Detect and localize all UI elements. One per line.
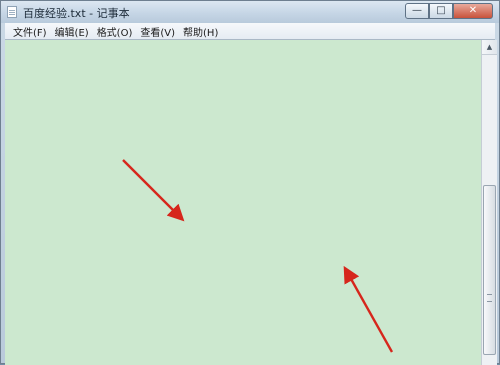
close-icon: ✕ [468,5,478,16]
maximize-icon: □ [436,5,446,16]
notepad-app-icon [7,6,17,18]
menu-view[interactable]: 查看(V) [136,24,179,39]
menu-file[interactable]: 文件(F) [9,24,51,39]
vertical-scrollbar[interactable]: ▲ [481,40,497,365]
window-title: 百度经验.txt - 记事本 [23,7,130,20]
window-controls: — □ ✕ [405,3,493,19]
scroll-thumb[interactable] [483,185,496,355]
menu-help[interactable]: 帮助(H) [179,24,222,39]
scroll-up-button[interactable]: ▲ [482,40,497,55]
close-button[interactable]: ✕ [453,3,493,19]
minimize-button[interactable]: — [405,3,429,19]
maximize-button[interactable]: □ [429,3,453,19]
minimize-icon: — [412,5,422,16]
scroll-up-arrow-icon: ▲ [486,43,493,51]
menu-format[interactable]: 格式(O) [93,24,137,39]
notepad-window: 百度经验.txt - 记事本 — □ ✕ 文件(F) 编辑(E) 格式(O) 查… [0,0,500,365]
title-bar[interactable]: 百度经验.txt - 记事本 — □ ✕ [1,1,499,23]
scroll-grip-icon [487,294,492,302]
text-editor-area[interactable] [5,40,481,365]
menu-edit[interactable]: 编辑(E) [51,24,93,39]
menu-bar: 文件(F) 编辑(E) 格式(O) 查看(V) 帮助(H) [5,23,495,40]
